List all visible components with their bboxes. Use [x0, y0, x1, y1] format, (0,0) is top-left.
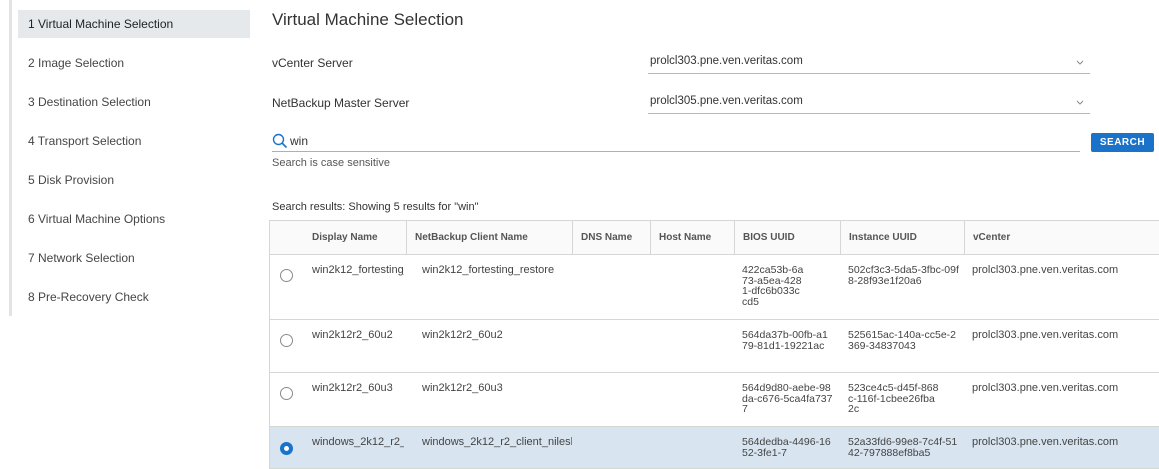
- vcenter-server-label: vCenter Server: [272, 56, 353, 70]
- column-display-name[interactable]: Display Name: [304, 221, 404, 255]
- wizard-steps-sidebar: 1 Virtual Machine Selection 2 Image Sele…: [9, 0, 250, 316]
- search-icon: [272, 133, 288, 149]
- cell-client-name: win2k12r2_60u3: [422, 382, 503, 394]
- table-header: Display Name NetBackup Client Name DNS N…: [270, 221, 1159, 255]
- master-server-select[interactable]: prolcl305.pne.ven.veritas.com: [648, 92, 1090, 114]
- cell-bios-uuid: 564dedba-4496-1652-3fe1-7: [742, 436, 831, 458]
- column-dns-name[interactable]: DNS Name: [572, 221, 650, 255]
- column-bios-uuid[interactable]: BIOS UUID: [734, 221, 840, 255]
- step-transport-selection[interactable]: 4 Transport Selection: [18, 127, 250, 155]
- cell-vcenter: prolcl303.pne.ven.veritas.com: [972, 329, 1119, 341]
- cell-vcenter: prolcl303.pne.ven.veritas.com: [972, 264, 1119, 276]
- search-hint: Search is case sensitive: [272, 157, 390, 169]
- cell-dns-name: [572, 373, 650, 383]
- column-host-name[interactable]: Host Name: [650, 221, 734, 255]
- search-input[interactable]: [290, 132, 990, 150]
- cell-client-name: windows_2k12_r2_client_nilesh: [422, 436, 572, 448]
- cell-display-name: win2k12_fortesting_: [312, 264, 404, 276]
- search-button[interactable]: SEARCH: [1091, 133, 1154, 152]
- cell-dns-name: [572, 427, 650, 437]
- table-row[interactable]: win2k12r2_60u2 win2k12r2_60u2 564da37b-0…: [270, 320, 1159, 373]
- cell-instance-uuid: 502cf3c3-5da5-3fbc-09f8-28f93e1f20a6: [848, 264, 959, 286]
- cell-instance-uuid: 525615ac-140a-cc5e-2369-34837043: [848, 329, 956, 351]
- row-select-radio-checked[interactable]: [280, 442, 293, 455]
- step-disk-provision[interactable]: 5 Disk Provision: [18, 166, 250, 194]
- cell-host-name: [650, 320, 734, 330]
- column-netbackup-client-name[interactable]: NetBackup Client Name: [406, 221, 572, 255]
- cell-display-name: win2k12r2_60u2: [312, 329, 393, 341]
- cell-bios-uuid: 564da37b-00fb-a179-81d1-19221ac: [742, 329, 828, 351]
- vcenter-server-value: prolcl303.pne.ven.veritas.com: [650, 55, 803, 67]
- row-select-radio[interactable]: [280, 334, 293, 347]
- results-table: Display Name NetBackup Client Name DNS N…: [269, 220, 1159, 469]
- master-server-label: NetBackup Master Server: [272, 96, 410, 110]
- step-pre-recovery-check[interactable]: 8 Pre-Recovery Check: [18, 283, 250, 311]
- cell-instance-uuid: 523ce4c5-d45f-868c-116f-1cbee26fba2c: [848, 382, 939, 415]
- search-field: [272, 132, 1080, 152]
- column-vcenter[interactable]: vCenter: [964, 221, 1159, 255]
- results-summary: Search results: Showing 5 results for "w…: [272, 201, 479, 213]
- chevron-down-icon: [1076, 100, 1084, 105]
- cell-host-name: [650, 373, 734, 383]
- chevron-down-icon: [1076, 60, 1084, 65]
- master-server-value: prolcl305.pne.ven.veritas.com: [650, 95, 803, 107]
- step-image-selection[interactable]: 2 Image Selection: [18, 49, 250, 77]
- column-instance-uuid[interactable]: Instance UUID: [840, 221, 964, 255]
- cell-bios-uuid: 422ca53b-6a73-a5ea-4281-dfc6b033ccd5: [742, 264, 804, 307]
- cell-client-name: win2k12_fortesting_restore: [422, 264, 555, 276]
- cell-host-name: [650, 427, 734, 437]
- cell-display-name: win2k12r2_60u3: [312, 382, 393, 394]
- vcenter-server-select[interactable]: prolcl303.pne.ven.veritas.com: [648, 52, 1090, 74]
- cell-client-name: win2k12r2_60u2: [422, 329, 503, 341]
- step-destination-selection[interactable]: 3 Destination Selection: [18, 88, 250, 116]
- cell-instance-uuid: 52a33fd6-99e8-7c4f-5142-797888ef8ba5: [848, 436, 958, 458]
- table-row[interactable]: win2k12_fortesting_ win2k12_fortesting_r…: [270, 255, 1159, 320]
- row-select-radio[interactable]: [280, 269, 293, 282]
- cell-dns-name: [572, 320, 650, 330]
- step-virtual-machine-options[interactable]: 6 Virtual Machine Options: [18, 205, 250, 233]
- cell-vcenter: prolcl303.pne.ven.veritas.com: [972, 436, 1119, 448]
- cell-vcenter: prolcl303.pne.ven.veritas.com: [972, 382, 1119, 394]
- row-select-radio[interactable]: [280, 387, 293, 400]
- cell-dns-name: [572, 255, 650, 265]
- page-title: Virtual Machine Selection: [272, 10, 464, 29]
- cell-bios-uuid: 564d9d80-aebe-98da-c676-5ca4fa7377: [742, 382, 833, 415]
- cell-display-name: windows_2k12_r2_c: [312, 436, 404, 448]
- main-panel: Virtual Machine Selection vCenter Server…: [269, 0, 1159, 469]
- table-row[interactable]: win2k12r2_60u3 win2k12r2_60u3 564d9d80-a…: [270, 373, 1159, 427]
- cell-host-name: [650, 255, 734, 265]
- step-network-selection[interactable]: 7 Network Selection: [18, 244, 250, 272]
- table-row-selected[interactable]: windows_2k12_r2_c windows_2k12_r2_client…: [270, 427, 1159, 468]
- step-virtual-machine-selection[interactable]: 1 Virtual Machine Selection: [18, 10, 250, 38]
